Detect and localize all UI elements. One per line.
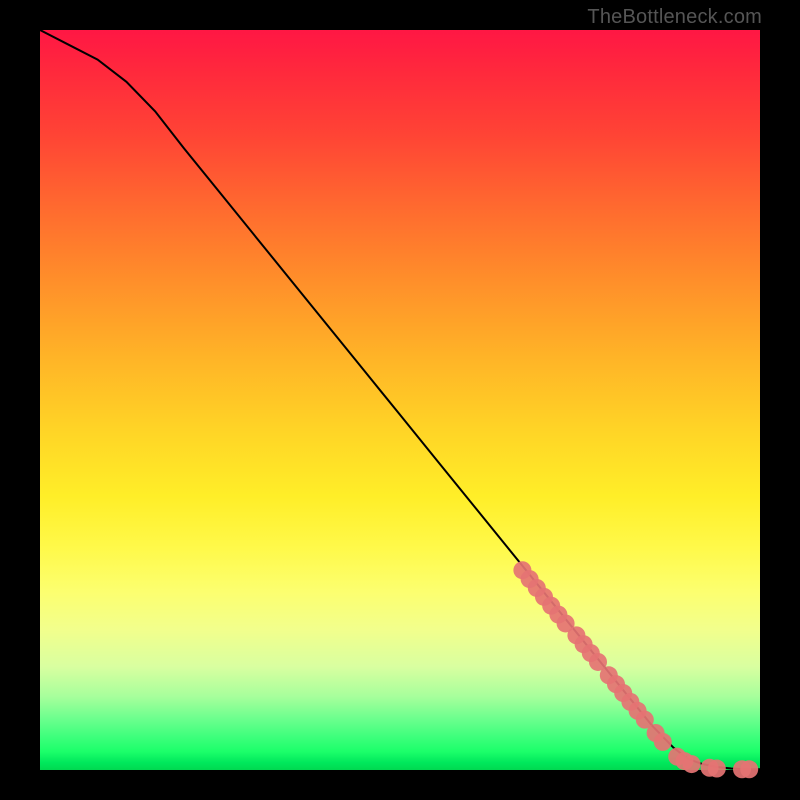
data-marker: [708, 760, 726, 778]
chart-frame: TheBottleneck.com: [0, 0, 800, 800]
attribution-label: TheBottleneck.com: [587, 6, 762, 29]
chart-overlay: [40, 30, 760, 770]
data-marker: [683, 755, 701, 773]
bottleneck-curve: [40, 30, 760, 769]
data-marker: [740, 760, 758, 778]
plot-area: [40, 30, 760, 770]
data-marker: [654, 733, 672, 751]
marker-group: [513, 561, 758, 778]
